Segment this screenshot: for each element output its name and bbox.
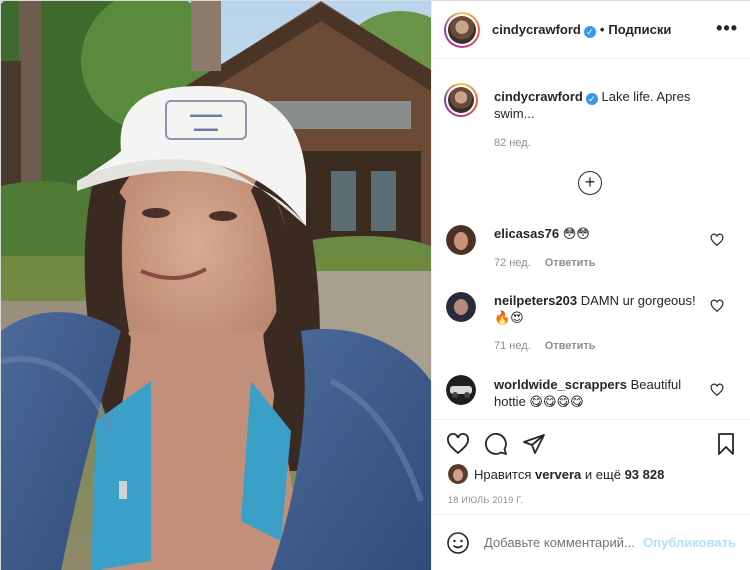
comment-item: worldwide_scrappers Beautiful hottie 😋😋😋… — [494, 376, 714, 410]
verified-badge-icon: ✓ — [583, 26, 596, 38]
likes-summary[interactable]: Нравится ververa и ещё 93 828 — [474, 467, 664, 482]
load-more-comments-icon[interactable]: + — [578, 171, 602, 195]
post-actions: Нравится ververa и ещё 93 828 18 ИЮЛЬ 20… — [432, 419, 750, 525]
author-username[interactable]: cindycrawford — [492, 22, 581, 37]
comment-username[interactable]: elicasas76 — [494, 226, 559, 241]
reply-button[interactable]: Ответить — [545, 257, 596, 269]
commenter-avatar[interactable] — [446, 225, 476, 255]
svg-text:▬▬▬: ▬▬▬ — [194, 124, 218, 133]
comment-time[interactable]: 71 нед. — [494, 340, 531, 352]
likes-prefix: Нравится — [474, 467, 532, 482]
comment-item: neilpeters203 DAMN ur gorgeous! 🔥😍 — [494, 292, 714, 326]
post-date[interactable]: 18 ИЮЛЬ 2019 Г. — [448, 495, 523, 505]
post-window: ▬▬▬▬ ▬▬▬ cindycrawford✓•Подписки ••• — [0, 0, 750, 570]
separator-dot: • — [599, 22, 605, 37]
author-avatar[interactable] — [444, 12, 480, 48]
comment-like-heart-icon[interactable] — [710, 299, 724, 313]
post-photo[interactable]: ▬▬▬▬ ▬▬▬ — [1, 1, 431, 570]
comment-input[interactable] — [484, 535, 644, 550]
post-side-panel: cindycrawford ✓ • Подписки ••• cindycrawfor… — [431, 1, 750, 570]
comment-time[interactable]: 72 нед. — [494, 257, 531, 269]
reply-button[interactable]: Ответить — [545, 340, 596, 352]
svg-text:▬▬▬▬: ▬▬▬▬ — [190, 110, 222, 119]
comment-icon[interactable] — [484, 432, 508, 456]
liker-username[interactable]: ververa — [535, 467, 581, 482]
comment-like-heart-icon[interactable] — [710, 383, 724, 397]
liker-avatar[interactable] — [448, 464, 468, 484]
comment-item: elicasas76 😳😳 — [494, 225, 714, 242]
comments-list[interactable]: cindycrawford ✓ Lake life. Apres swim... … — [432, 59, 750, 419]
publish-button[interactable]: Опубликовать — [643, 535, 736, 550]
comment-meta: 72 нед. Ответить — [494, 257, 596, 269]
comment-meta: 71 нед. Ответить — [494, 340, 596, 352]
selfie-image: ▬▬▬▬ ▬▬▬ — [1, 1, 431, 570]
smiley-icon[interactable] — [446, 531, 470, 555]
following-button[interactable]: Подписки — [608, 22, 671, 37]
post-header: cindycrawford ✓ • Подписки ••• — [432, 1, 750, 59]
likes-middle: и ещё — [584, 467, 621, 482]
caption-time[interactable]: 82 нед. — [494, 137, 531, 149]
caption-author-avatar[interactable] — [444, 83, 478, 117]
likes-count[interactable]: 93 828 — [625, 467, 665, 482]
verified-badge-icon: ✓ — [585, 93, 598, 105]
caption-username[interactable]: cindycrawford — [494, 89, 583, 104]
more-options-icon[interactable]: ••• — [716, 19, 738, 37]
comment-like-heart-icon[interactable] — [710, 233, 724, 247]
comment-text: 😳😳 — [562, 226, 590, 241]
author-header: cindycrawford ✓ • Подписки — [492, 22, 671, 38]
commenter-avatar[interactable] — [446, 292, 476, 322]
add-comment-bar: Опубликовать — [432, 514, 750, 570]
caption: cindycrawford ✓ Lake life. Apres swim... — [494, 88, 714, 122]
paper-plane-icon[interactable] — [522, 432, 546, 456]
commenter-avatar[interactable] — [446, 375, 476, 405]
comment-username[interactable]: neilpeters203 — [494, 293, 577, 308]
bookmark-icon[interactable] — [714, 432, 738, 456]
heart-icon[interactable] — [446, 432, 470, 456]
comment-username[interactable]: worldwide_scrappers — [494, 377, 627, 392]
